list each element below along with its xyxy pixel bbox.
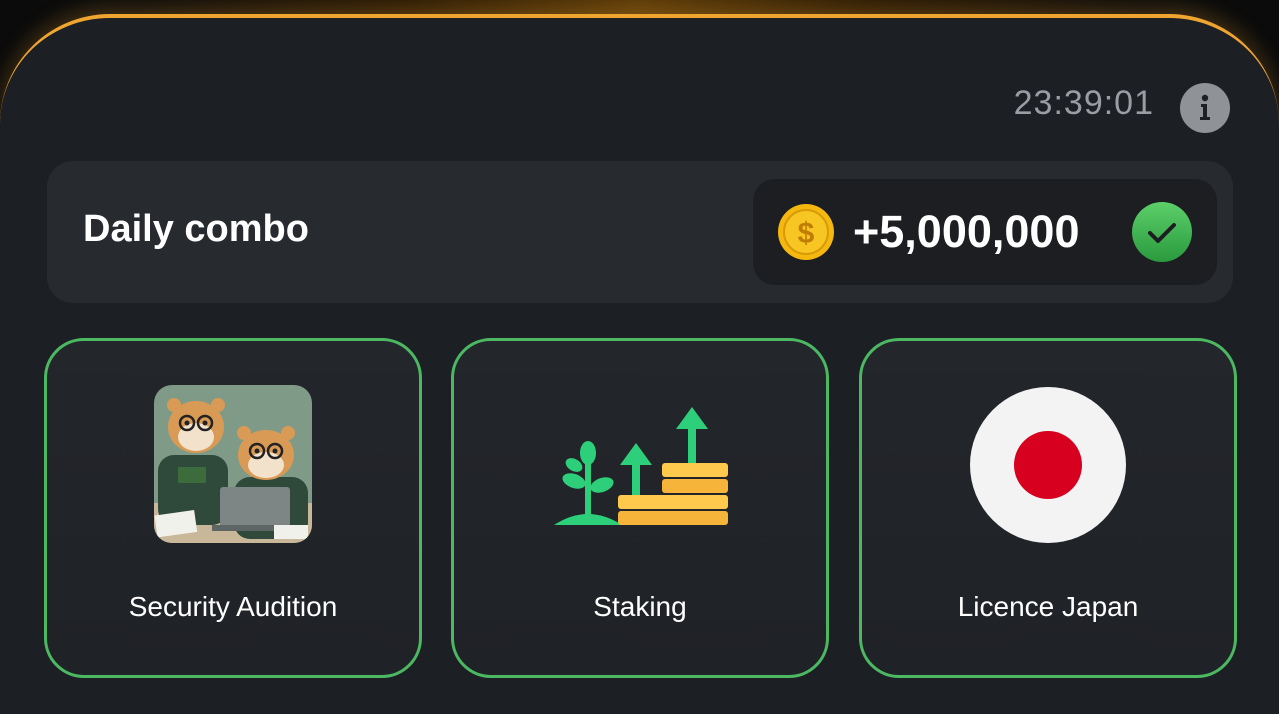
reward-amount: +5,000,000 [853,206,1080,257]
card-label: Staking [593,591,687,622]
daily-combo-title: Daily combo [83,208,309,250]
japan-flag-icon [970,387,1126,543]
check-icon [1132,202,1192,262]
svg-text:$: $ [798,217,815,250]
card-label: Security Audition [128,591,338,622]
info-button[interactable] [1180,83,1230,133]
info-icon [1200,94,1210,120]
staking-growth-icon [554,407,728,525]
card-security-audition[interactable]: Security Audition [44,338,422,678]
card-label: Licence Japan [957,591,1139,622]
hamsters-laptop-image [154,385,312,543]
card-licence-japan[interactable]: Licence Japan [859,338,1237,678]
countdown-timer: 23:39:01 [1013,84,1154,122]
reward-pill: $ +5,000,000 [753,179,1217,285]
card-staking[interactable]: Staking [451,338,829,678]
daily-combo-bar: Daily combo $ +5,000,000 [47,161,1233,303]
coin-icon: $ [778,204,834,260]
